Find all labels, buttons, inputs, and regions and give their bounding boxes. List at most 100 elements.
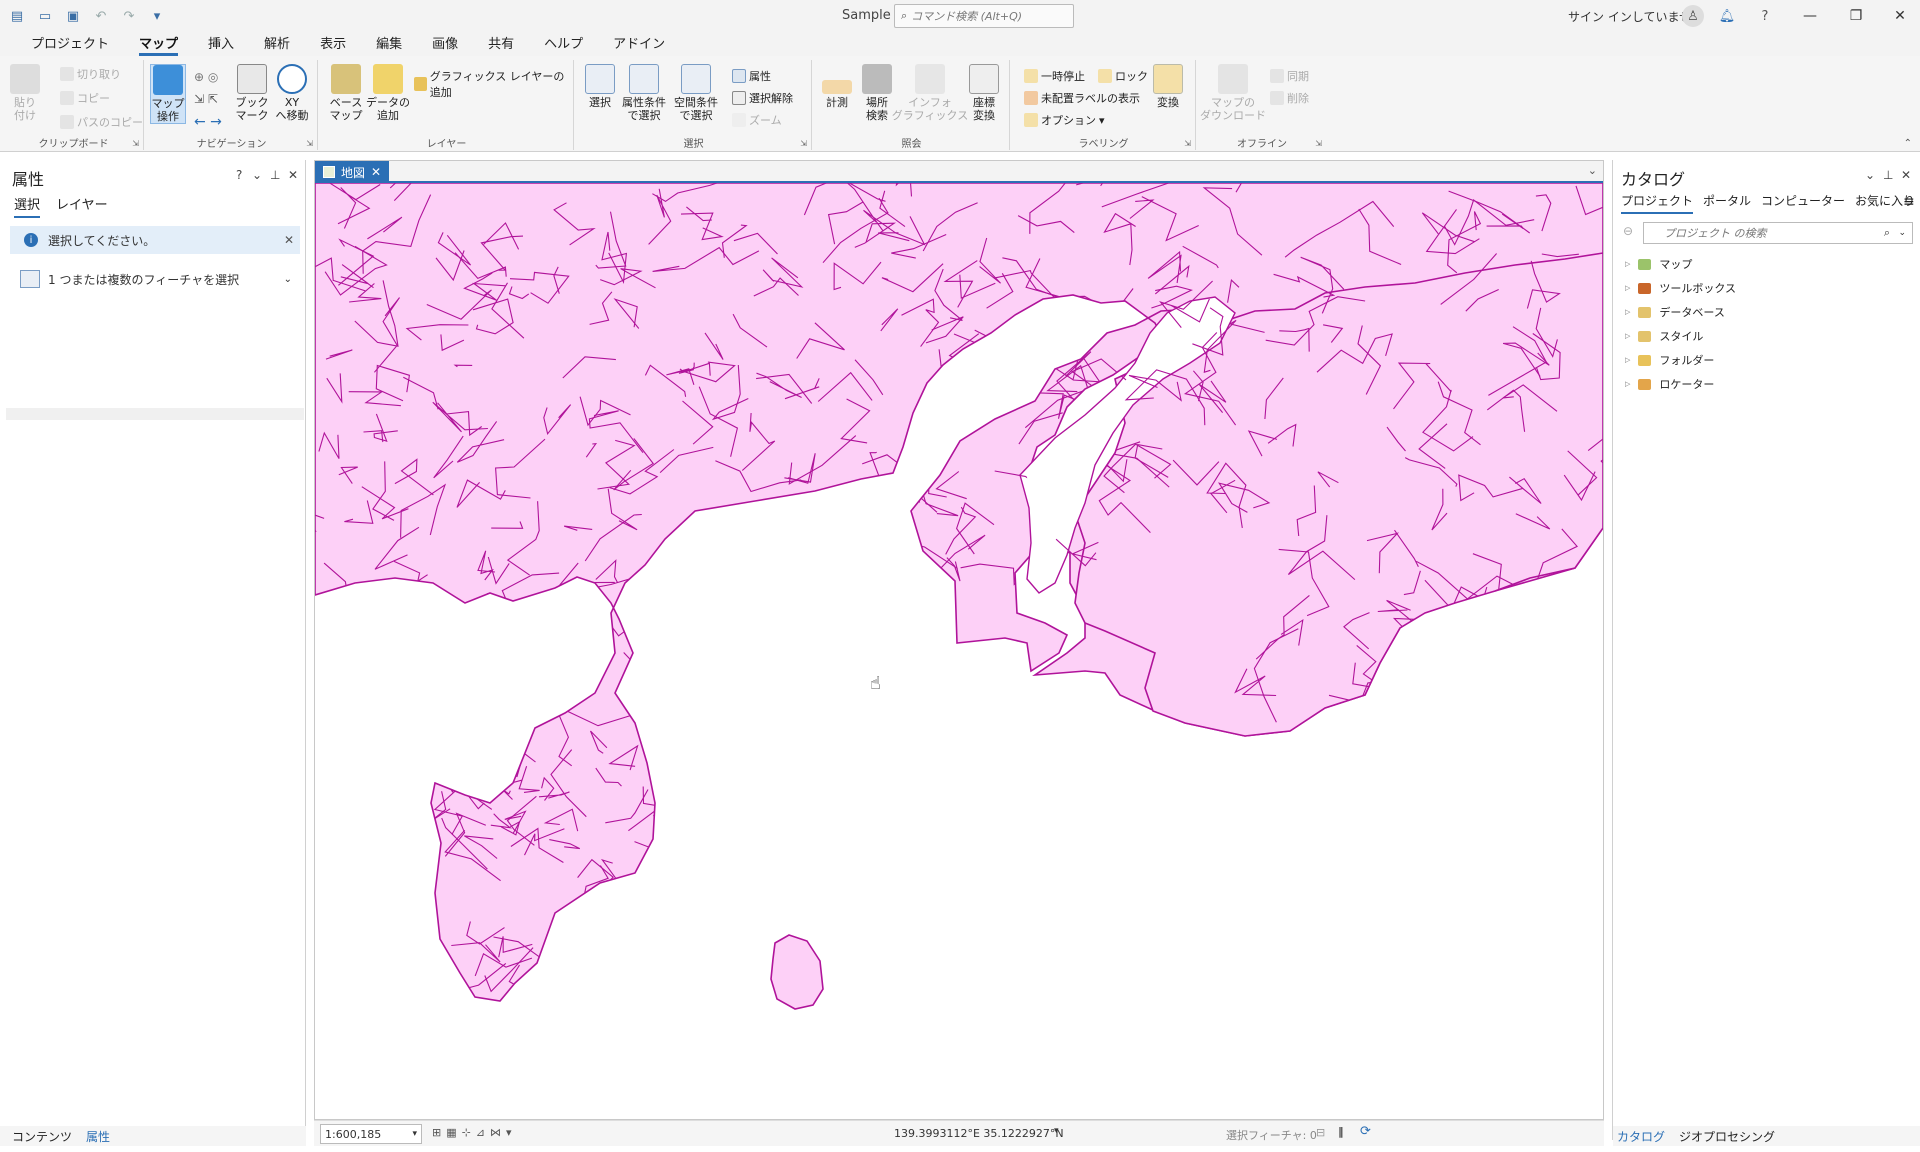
explore-button[interactable]: マップ 操作	[150, 64, 186, 124]
expand-triangle-icon[interactable]: ▷	[1625, 260, 1630, 268]
add-graphics-layer-button[interactable]: グラフィックス レイヤーの追加	[414, 68, 573, 100]
restore-icon[interactable]: ❐	[1836, 4, 1876, 28]
tab-attributes[interactable]: 属性	[86, 1128, 110, 1145]
expand-triangle-icon[interactable]: ▷	[1625, 380, 1630, 388]
remove-offline-button[interactable]: 削除	[1270, 90, 1309, 106]
tab-overflow-chevron-icon[interactable]: ⌄	[1588, 164, 1597, 177]
full-extent-icon[interactable]: ⊕ ◎	[194, 70, 218, 84]
map-canvas[interactable]	[315, 183, 1603, 1119]
coordinate-readout[interactable]: 139.3993112°E 35.1222927°N	[894, 1127, 1064, 1140]
catalog-item-databases[interactable]: ▷ データベース	[1625, 304, 1725, 320]
add-data-button[interactable]: データの 追加	[366, 64, 410, 122]
customize-qat-icon[interactable]: ▾	[146, 5, 168, 27]
attributes-button[interactable]: 属性	[732, 68, 771, 84]
chevron-down-icon[interactable]: ⌄	[1898, 228, 1906, 238]
pane-menu-chevron-icon[interactable]: ⌄	[252, 168, 262, 182]
clipboard-launcher-icon[interactable]: ⇲	[132, 139, 139, 148]
tab-selection[interactable]: 選択	[14, 194, 41, 218]
pin-icon[interactable]: ⊥	[1883, 168, 1893, 182]
measure-button[interactable]: 計測	[820, 64, 854, 109]
snapping-grid-icons[interactable]: ⊞▦⊹⊿⋈▾	[432, 1126, 517, 1139]
navigation-launcher-icon[interactable]: ⇲	[306, 139, 313, 148]
copy-button[interactable]: コピー	[60, 90, 110, 106]
goto-xy-button[interactable]: XY へ移動	[274, 64, 310, 122]
close-pane-icon[interactable]: ✕	[288, 168, 298, 182]
expand-triangle-icon[interactable]: ▷	[1625, 308, 1630, 316]
catalog-search-input[interactable]: プロジェクト の検索 ⌕ ⌄	[1643, 222, 1913, 244]
tab-addin[interactable]: アドイン	[598, 33, 680, 56]
label-options-button[interactable]: オプション ▾	[1024, 112, 1105, 128]
coord-format-chevron-icon[interactable]: ▾	[1054, 1126, 1059, 1136]
basemap-button[interactable]: ベース マップ	[328, 64, 364, 122]
catalog-item-styles[interactable]: ▷ スタイル	[1625, 328, 1703, 344]
redo-icon[interactable]: ↷	[118, 5, 140, 27]
help-icon[interactable]: ?	[1754, 5, 1776, 27]
selection-launcher-icon[interactable]: ⇲	[800, 139, 807, 148]
tab-catalog-project[interactable]: プロジェクト	[1621, 192, 1694, 214]
pane-splitter[interactable]	[6, 408, 304, 420]
tab-contents[interactable]: コンテンツ	[12, 1128, 72, 1145]
tab-catalog-portal[interactable]: ポータル	[1703, 192, 1751, 214]
filter-icon[interactable]: ⊟	[1316, 1126, 1325, 1139]
pane-menu-chevron-icon[interactable]: ⌄	[1865, 168, 1875, 182]
collapse-ribbon-icon[interactable]: ⌃	[1904, 138, 1912, 149]
labeling-launcher-icon[interactable]: ⇲	[1184, 139, 1191, 148]
open-project-icon[interactable]: ▭	[34, 5, 56, 27]
tab-map-view[interactable]: 地図 ✕	[315, 161, 390, 183]
copy-path-button[interactable]: パスのコピー	[60, 114, 143, 130]
offline-launcher-icon[interactable]: ⇲	[1315, 139, 1322, 148]
select-by-attributes-button[interactable]: 属性条件 で選択	[620, 64, 668, 122]
help-icon[interactable]: ?	[236, 168, 242, 182]
save-icon[interactable]: ▣	[62, 5, 84, 27]
select-button[interactable]: 選択	[582, 64, 618, 109]
close-tab-icon[interactable]: ✕	[371, 165, 381, 179]
tab-project[interactable]: プロジェクト	[16, 33, 124, 56]
coordinate-conversion-button[interactable]: 座標 変換	[966, 64, 1002, 122]
paste-button[interactable]: 貼り付け	[10, 64, 40, 122]
bookmarks-button[interactable]: ブック マーク	[234, 64, 270, 122]
catalog-item-locators[interactable]: ▷ ロケーター	[1625, 376, 1714, 392]
pause-drawing-icon[interactable]: ‖	[1338, 1125, 1344, 1138]
close-window-icon[interactable]: ✕	[1880, 4, 1920, 28]
infographics-button[interactable]: インフォ グラフィックス	[892, 64, 968, 122]
tab-view[interactable]: 表示	[305, 33, 361, 56]
tab-insert[interactable]: 挿入	[193, 33, 249, 56]
catalog-item-folders[interactable]: ▷ フォルダー	[1625, 352, 1714, 368]
zoom-to-selection-button[interactable]: ズーム	[732, 112, 782, 128]
expand-triangle-icon[interactable]: ▷	[1625, 356, 1630, 364]
notification-bell-icon[interactable]: 🔔︎	[1716, 5, 1738, 27]
lock-labels-button[interactable]: ロック	[1098, 68, 1148, 84]
locate-button[interactable]: 場所 検索	[858, 64, 896, 122]
catalog-item-toolboxes[interactable]: ▷ ツールボックス	[1625, 280, 1736, 296]
download-map-button[interactable]: マップの ダウンロード	[1200, 64, 1266, 122]
expand-triangle-icon[interactable]: ▷	[1625, 284, 1630, 292]
tab-share[interactable]: 共有	[473, 33, 529, 56]
user-avatar-icon[interactable]: ♙	[1682, 5, 1704, 27]
hamburger-menu-icon[interactable]: ≡	[1903, 194, 1915, 210]
pin-icon[interactable]: ⊥	[270, 168, 280, 182]
tab-edit[interactable]: 編集	[361, 33, 417, 56]
dismiss-info-icon[interactable]: ✕	[284, 233, 294, 247]
expand-triangle-icon[interactable]: ▷	[1625, 332, 1630, 340]
select-features-dropdown[interactable]: 1 つまたは複数のフィーチャを選択 ⌄	[20, 268, 300, 290]
tab-analysis[interactable]: 解析	[249, 33, 305, 56]
convert-labels-button[interactable]: 変換	[1150, 64, 1186, 109]
clear-selection-button[interactable]: 選択解除	[732, 90, 793, 106]
tab-layer[interactable]: レイヤー	[56, 194, 108, 218]
refresh-icon[interactable]: ⟳	[1360, 1124, 1371, 1139]
back-arrow-icon[interactable]: ⊖	[1623, 224, 1633, 238]
selected-features-count[interactable]: 選択フィーチャ: 0	[1226, 1127, 1317, 1143]
undo-icon[interactable]: ↶	[90, 5, 112, 27]
previous-extent-icon[interactable]: ← →	[194, 114, 222, 130]
command-search-input[interactable]: ⌕ コマンド検索 (Alt+Q)	[894, 4, 1074, 28]
pause-labeling-button[interactable]: 一時停止	[1024, 68, 1085, 84]
minimize-icon[interactable]: —	[1790, 4, 1830, 28]
search-icon[interactable]: ⌕	[1884, 226, 1890, 240]
select-by-location-button[interactable]: 空間条件 で選択	[672, 64, 720, 122]
cut-button[interactable]: 切り取り	[60, 66, 121, 82]
tab-catalog[interactable]: カタログ	[1617, 1128, 1665, 1145]
close-pane-icon[interactable]: ✕	[1901, 168, 1911, 182]
fixed-zoom-icon[interactable]: ⇲ ⇱	[194, 92, 218, 106]
scale-selector[interactable]: 1:600,185 ▾	[320, 1124, 422, 1144]
sync-button[interactable]: 同期	[1270, 68, 1309, 84]
